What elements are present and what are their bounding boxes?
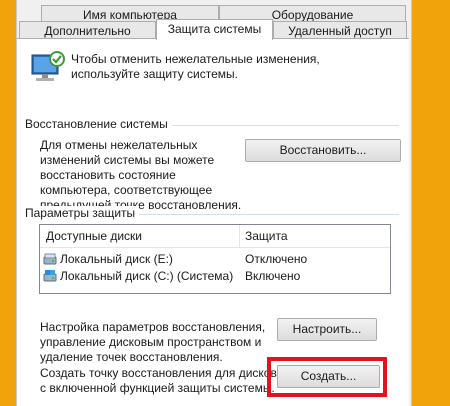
intro-text: Чтобы отменить нежелательные изменения, … [71,52,320,81]
column-separator[interactable] [239,225,240,247]
tab-remote[interactable]: Удаленный доступ [273,21,407,39]
create-text: Создать точку восстановления для дисков … [40,366,277,395]
system-properties-dialog: Имя компьютера Оборудование Дополнительн… [16,0,412,406]
protection-group-title: Параметры защиты [25,206,140,220]
configure-text: Настройка параметров восстановления, упр… [40,320,266,364]
column-header-protection[interactable]: Защита [245,229,288,243]
drive-icon [43,253,57,265]
restore-button[interactable]: Восстановить... [245,139,401,162]
restore-description: Для отмены нежелательных изменений систе… [40,138,242,212]
drive-name: Локальный диск (C:) (Система) [60,269,234,283]
drives-list-header: Доступные диски Защита [40,225,390,248]
system-drive-icon [43,270,57,282]
drives-list[interactable]: Доступные диски Защита Локальный диск (E… [39,224,391,294]
table-row[interactable]: Локальный диск (E:) Отключено [40,251,390,268]
drive-name: Локальный диск (E:) [60,252,173,266]
table-row[interactable]: Локальный диск (C:) (Система) Включено [40,268,390,285]
tab-system-protection[interactable]: Защита системы [156,19,273,40]
highlight-frame [267,357,387,397]
configure-button[interactable]: Настроить... [277,318,377,341]
system-protection-icon [31,51,65,81]
drive-protection-state: Отключено [245,252,308,266]
drive-protection-state: Включено [245,269,301,283]
restore-group-title: Восстановление системы [25,117,172,131]
tab-advanced[interactable]: Дополнительно [19,21,156,39]
column-header-drives[interactable]: Доступные диски [46,229,142,243]
